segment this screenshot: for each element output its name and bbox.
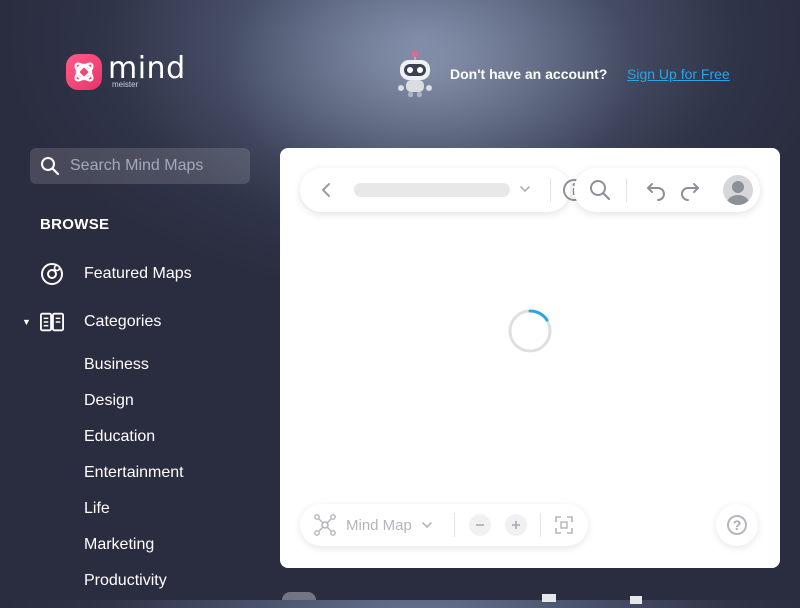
map-bottom-toolbar: Mind Map	[300, 504, 588, 546]
featured-icon	[40, 262, 64, 286]
redo-icon[interactable]	[678, 178, 702, 202]
fit-to-screen-icon[interactable]	[554, 515, 574, 535]
category-item-life[interactable]: Life	[84, 500, 184, 536]
footer-peek-icon	[630, 596, 642, 604]
map-actions-toolbar	[574, 168, 760, 212]
toolbar-divider	[540, 513, 541, 537]
logo-mark-icon	[66, 54, 102, 90]
search-input[interactable]	[68, 156, 242, 176]
footer-peek-circle	[282, 592, 316, 600]
map-type-label[interactable]: Mind Map	[346, 517, 412, 534]
book-icon	[40, 310, 64, 334]
logo[interactable]: mind meister	[66, 54, 186, 90]
toolbar-divider	[626, 178, 627, 202]
robot-mascot-icon	[398, 51, 432, 97]
sidebar-item-categories[interactable]: Categories	[40, 310, 161, 334]
user-icon	[727, 181, 749, 205]
search-box[interactable]	[30, 148, 250, 184]
mind-map-layout-icon[interactable]	[314, 514, 336, 536]
map-title-placeholder	[354, 183, 510, 197]
category-item-business[interactable]: Business	[84, 356, 184, 392]
help-button[interactable]: ?	[716, 504, 758, 546]
sidebar-item-label: Featured Maps	[84, 265, 192, 282]
plus-icon	[512, 521, 520, 529]
zoom-in-button[interactable]	[505, 514, 527, 536]
category-item-entertainment[interactable]: Entertainment	[84, 464, 184, 500]
chevron-down-icon[interactable]	[421, 519, 433, 531]
back-chevron-icon[interactable]	[320, 180, 332, 200]
toolbar-divider	[454, 513, 455, 537]
user-avatar[interactable]	[723, 175, 753, 205]
category-item-design[interactable]: Design	[84, 392, 184, 428]
footer-peek-icon	[542, 594, 556, 602]
toolbar-divider	[550, 178, 551, 202]
map-viewer-card: Mind Map ?	[280, 148, 780, 568]
category-item-education[interactable]: Education	[84, 428, 184, 464]
minus-icon	[476, 524, 484, 526]
caret-down-icon[interactable]: ▼	[22, 317, 31, 327]
chevron-down-icon[interactable]	[518, 182, 532, 196]
category-item-marketing[interactable]: Marketing	[84, 536, 184, 572]
sidebar-item-featured-maps[interactable]: Featured Maps	[40, 262, 192, 286]
browse-heading: BROWSE	[40, 216, 110, 233]
search-icon	[41, 157, 60, 176]
signup-link[interactable]: Sign Up for Free	[627, 66, 730, 82]
undo-icon[interactable]	[644, 178, 668, 202]
zoom-out-button[interactable]	[469, 514, 491, 536]
sidebar-item-label: Categories	[84, 313, 162, 330]
category-list: Business Design Education Entertainment …	[84, 356, 184, 608]
account-prompt: Don't have an account?	[450, 66, 608, 82]
map-title-toolbar	[300, 168, 585, 212]
category-item-productivity[interactable]: Productivity	[84, 572, 184, 608]
loading-spinner	[508, 309, 552, 353]
help-icon: ?	[727, 515, 747, 535]
search-icon[interactable]	[588, 178, 612, 202]
